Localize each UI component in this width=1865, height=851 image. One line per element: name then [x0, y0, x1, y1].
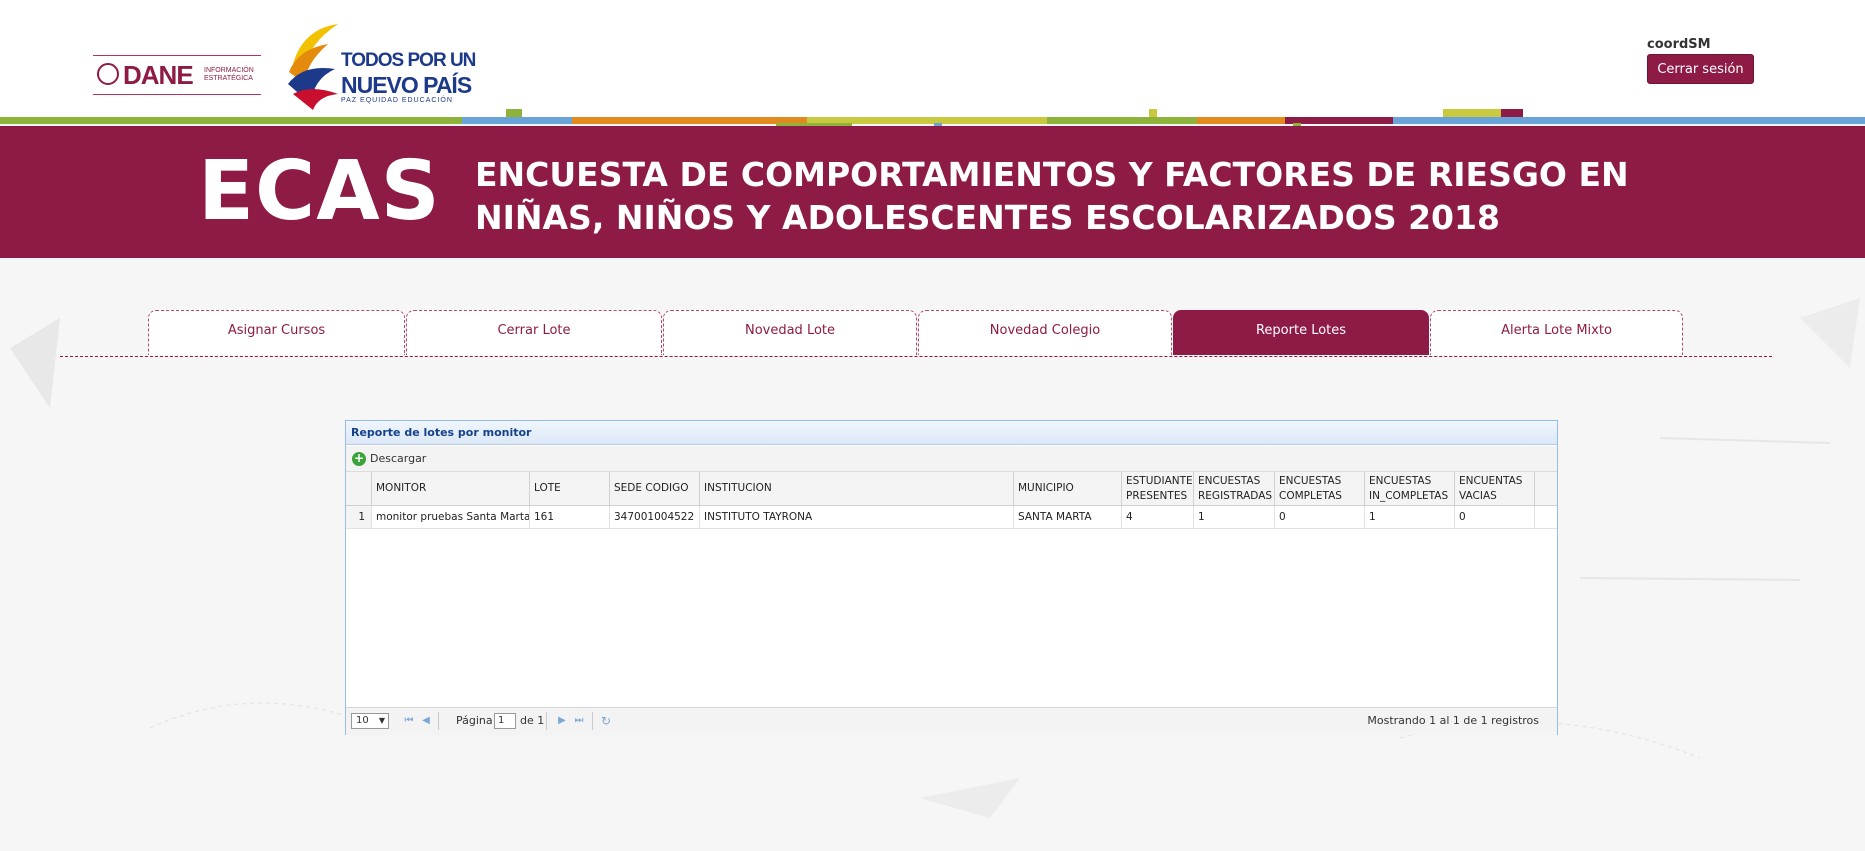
tab-asignar-cursos[interactable]: Asignar Cursos: [148, 310, 405, 355]
tab-reporte-lotes[interactable]: Reporte Lotes: [1173, 310, 1429, 355]
grid-pager: 10 ▼ ⏮ ◀ Página 1 de 1 ▶ ⏭ ↻ Mostrando 1…: [346, 707, 1557, 735]
header-institucion[interactable]: INSTITUCION: [700, 472, 1014, 505]
banner-title-line1: ENCUESTA DE COMPORTAMIENTOS Y FACTORES D…: [475, 155, 1629, 194]
header-estudiantes-presentes[interactable]: ESTUDIANTES PRESENTES: [1122, 472, 1194, 505]
cell-encuestas-incompletas: 1: [1365, 506, 1455, 528]
caret-down-icon: ▼: [378, 716, 385, 725]
cell-encuestas-registradas: 1: [1194, 506, 1275, 528]
banner-acronym: ECAS: [198, 144, 441, 239]
download-button[interactable]: + Descargar: [352, 450, 426, 467]
header-municipio[interactable]: MUNICIPIO: [1014, 472, 1122, 505]
ecas-banner: ECAS ENCUESTA DE COMPORTAMIENTOS Y FACTO…: [0, 126, 1865, 258]
cell-encuentas-vacias: 0: [1455, 506, 1535, 528]
pager-divider: [438, 712, 439, 730]
dane-logo: DANE INFORMACIÓN ESTRATÉGICA: [93, 55, 261, 95]
dane-logo-text: DANE: [123, 60, 194, 90]
next-page-icon[interactable]: ▶: [555, 713, 569, 729]
report-grid-panel: Reporte de lotes por monitor + Descargar…: [345, 420, 1558, 735]
cell-encuestas-completas: 0: [1275, 506, 1365, 528]
last-page-icon[interactable]: ⏭: [572, 713, 586, 729]
grid-toolbar: + Descargar: [346, 446, 1557, 472]
header-encuestas-incompletas[interactable]: ENCUESTAS IN_COMPLETAS: [1365, 472, 1455, 505]
table-row[interactable]: 1 monitor pruebas Santa Marta 161 347001…: [346, 506, 1557, 529]
logout-button[interactable]: Cerrar sesión: [1647, 54, 1754, 84]
page-number-input[interactable]: 1: [494, 713, 516, 729]
first-page-icon[interactable]: ⏮: [402, 713, 416, 729]
tab-alerta-lote-mixto[interactable]: Alerta Lote Mixto: [1430, 310, 1683, 355]
tab-novedad-lote[interactable]: Novedad Lote: [663, 310, 917, 355]
records-info: Mostrando 1 al 1 de 1 registros: [1367, 714, 1539, 727]
cell-estudiantes-presentes: 4: [1122, 506, 1194, 528]
cell-sede-codigo: 347001004522: [610, 506, 700, 528]
banner-title: ENCUESTA DE COMPORTAMIENTOS Y FACTORES D…: [475, 153, 1629, 239]
cell-institucion: INSTITUTO TAYRONA: [700, 506, 1014, 528]
header-sede-codigo[interactable]: SEDE CODIGO: [610, 472, 700, 505]
header-encuentas-vacias[interactable]: ENCUENTAS VACIAS: [1455, 472, 1535, 505]
tab-novedad-colegio[interactable]: Novedad Colegio: [918, 310, 1172, 355]
government-logo: TODOS POR UN NUEVO PAÍS PAZ EQUIDAD EDUC…: [283, 24, 483, 110]
cell-lote: 161: [530, 506, 610, 528]
download-label: Descargar: [370, 452, 427, 465]
tab-bar: Asignar Cursos Cerrar Lote Novedad Lote …: [60, 310, 1772, 357]
add-circle-icon: +: [352, 451, 366, 466]
page-size-value: 10: [356, 715, 369, 726]
pager-divider: [546, 712, 547, 730]
prev-page-icon[interactable]: ◀: [419, 713, 433, 729]
grid-header-row: MONITOR LOTE SEDE CODIGO INSTITUCION MUN…: [346, 472, 1557, 506]
header-lote[interactable]: LOTE: [530, 472, 610, 505]
banner-title-line2: NIÑAS, NIÑOS Y ADOLESCENTES ESCOLARIZADO…: [475, 198, 1500, 237]
government-logo-line1: TODOS POR UN: [341, 50, 476, 71]
government-logo-line2: NUEVO PAÍS: [341, 72, 472, 98]
tab-cerrar-lote[interactable]: Cerrar Lote: [406, 310, 662, 355]
cell-municipio: SANTA MARTA: [1014, 506, 1122, 528]
username-label: coordSM: [1647, 37, 1711, 52]
header-encuestas-completas[interactable]: ENCUESTAS COMPLETAS: [1275, 472, 1365, 505]
cell-monitor: monitor pruebas Santa Marta: [372, 506, 530, 528]
refresh-icon[interactable]: ↻: [599, 713, 613, 729]
top-header: DANE INFORMACIÓN ESTRATÉGICA TODOS POR U…: [0, 0, 1865, 117]
header-rownum: [346, 472, 372, 505]
grid-caption: Reporte de lotes por monitor: [346, 421, 1557, 445]
page-size-select[interactable]: 10 ▼: [351, 713, 389, 729]
page-label: Página: [456, 714, 493, 727]
row-number: 1: [346, 506, 372, 528]
colombia-seal-icon: [97, 63, 119, 85]
pager-divider: [592, 712, 593, 730]
dane-logo-subtitle: INFORMACIÓN ESTRATÉGICA: [204, 67, 254, 82]
page-total-label: de 1: [520, 714, 545, 727]
header-encuestas-registradas[interactable]: ENCUESTAS REGISTRADAS: [1194, 472, 1275, 505]
government-logo-subtitle: PAZ EQUIDAD EDUCACIÓN: [341, 97, 453, 104]
header-monitor[interactable]: MONITOR: [372, 472, 530, 505]
government-logo-mark-icon: [288, 24, 338, 110]
